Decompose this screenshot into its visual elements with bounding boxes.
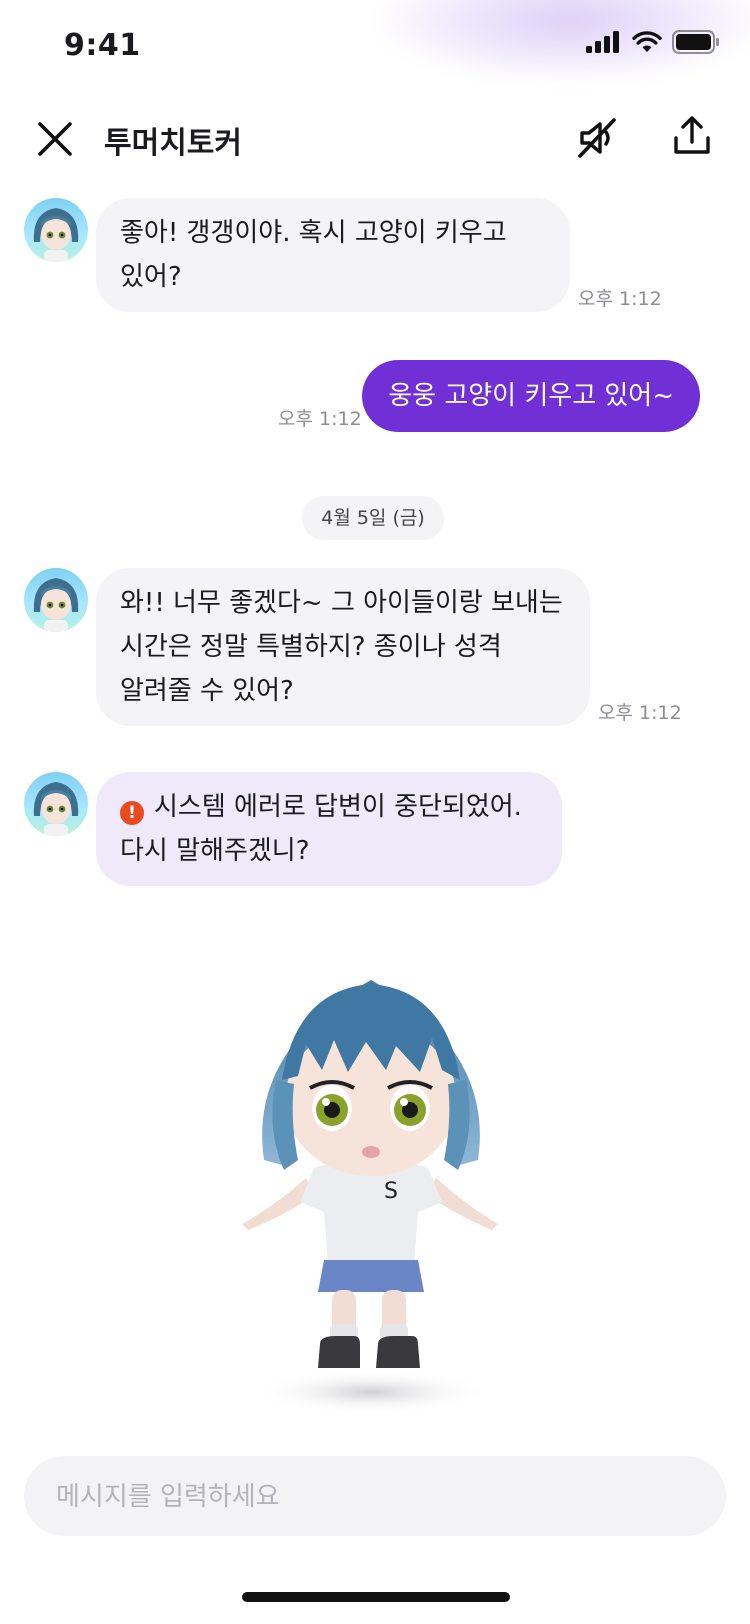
character-avatar-icon — [33, 208, 79, 262]
status-icons — [586, 30, 720, 54]
error-icon: ! — [120, 801, 144, 825]
character-avatar-icon — [33, 578, 79, 632]
message-time: 오후 1:12 — [278, 408, 362, 430]
chat-title: 투머치토커 — [104, 126, 242, 161]
mute-icon[interactable] — [574, 114, 622, 162]
character-figure: S — [242, 980, 498, 1414]
home-indicator — [242, 1592, 510, 1602]
signal-icon — [586, 31, 619, 53]
bot-message: 와!! 너무 좋겠다~ 그 아이들이랑 보내는 시간은 정말 특별하지? 종이나… — [96, 568, 590, 726]
date-divider: 4월 5일 (금) — [302, 496, 444, 540]
character-avatar-icon — [33, 782, 79, 836]
message-input-container[interactable] — [24, 1456, 726, 1538]
battery-icon — [672, 30, 719, 54]
share-icon[interactable] — [668, 112, 716, 160]
message-input[interactable] — [54, 1456, 700, 1538]
close-icon[interactable] — [34, 118, 76, 160]
wifi-icon — [632, 31, 662, 52]
message-time: 오후 1:12 — [598, 702, 682, 724]
chat-header: 투머치토커 — [0, 104, 750, 176]
bot-avatar[interactable] — [24, 772, 88, 836]
error-message: ! 시스템 에러로 답변이 중단되었어. 다시 말해주겠니? — [96, 772, 562, 886]
bot-avatar[interactable] — [24, 198, 88, 262]
error-message-text: 시스템 에러로 답변이 중단되었어. 다시 말해주겠니? — [120, 792, 522, 866]
user-message: 웅웅 고양이 키우고 있어~ — [362, 360, 700, 432]
bot-message: 좋아! 갱갱이야. 혹시 고양이 키우고 있어? — [96, 198, 570, 312]
status-time: 9:41 — [64, 28, 141, 63]
message-time: 오후 1:12 — [578, 288, 662, 310]
svg-text:S: S — [384, 1179, 398, 1204]
bot-avatar[interactable] — [24, 568, 88, 632]
